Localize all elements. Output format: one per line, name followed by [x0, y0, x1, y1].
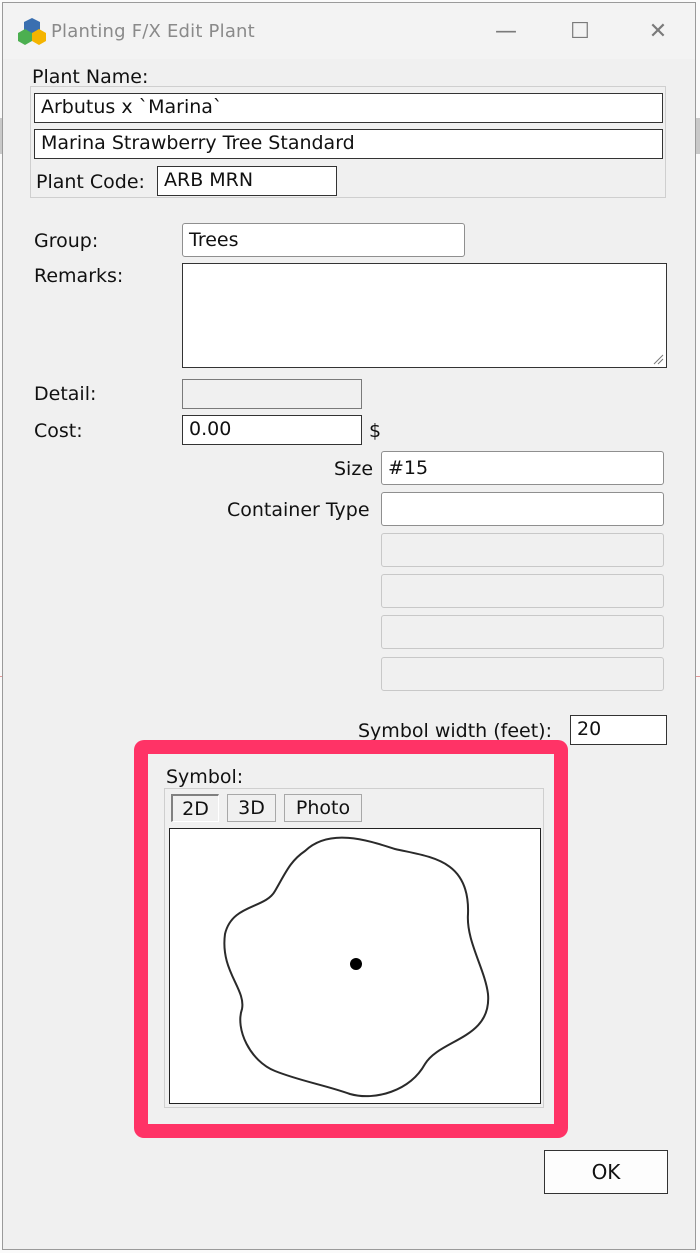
title-bar[interactable]: Planting F/X Edit Plant — ☐ ✕	[3, 3, 695, 59]
planting-fx-logo-icon	[18, 18, 46, 45]
symbol-preview	[169, 828, 541, 1104]
tab-2d[interactable]: 2D	[171, 794, 219, 822]
ok-button[interactable]: OK	[544, 1150, 668, 1194]
container-type-field[interactable]	[381, 492, 664, 526]
size-field[interactable]: #15	[381, 451, 664, 485]
window-title: Planting F/X Edit Plant	[51, 21, 255, 42]
background-fragment	[696, 118, 700, 154]
cost-label: Cost:	[34, 420, 83, 442]
background-fragment	[696, 676, 700, 677]
container-extra-field-2	[381, 574, 664, 608]
tree-symbol-icon	[223, 836, 490, 1098]
container-extra-field-1	[381, 533, 664, 567]
remarks-textarea[interactable]	[182, 263, 667, 368]
minimize-button[interactable]: —	[491, 17, 521, 47]
tab-photo[interactable]: Photo	[284, 794, 362, 822]
detail-label: Detail:	[34, 383, 97, 405]
container-extra-field-3	[381, 615, 664, 649]
remarks-label: Remarks:	[34, 265, 124, 287]
tab-3d[interactable]: 3D	[227, 794, 276, 822]
resize-grip-icon[interactable]	[652, 353, 664, 365]
symbol-label: Symbol:	[166, 766, 244, 788]
botanical-name-field[interactable]: Arbutus x `Marina`	[34, 93, 663, 123]
container-type-label: Container Type	[227, 499, 370, 521]
plant-code-label: Plant Code:	[36, 171, 145, 193]
common-name-field[interactable]: Marina Strawberry Tree Standard	[34, 129, 663, 159]
size-label: Size	[334, 458, 374, 480]
symbol-width-field[interactable]: 20	[570, 715, 667, 745]
group-field[interactable]: Trees	[182, 223, 465, 257]
detail-field[interactable]	[182, 379, 362, 409]
symbol-width-label: Symbol width (feet):	[358, 720, 552, 742]
close-button[interactable]: ✕	[643, 17, 673, 47]
plant-name-label: Plant Name:	[32, 66, 149, 88]
cost-field[interactable]: 0.00	[182, 415, 362, 445]
container-extra-field-4	[381, 657, 664, 691]
maximize-button[interactable]: ☐	[565, 17, 595, 47]
plant-code-field[interactable]: ARB MRN	[157, 166, 337, 196]
cost-unit: $	[369, 420, 382, 442]
group-label: Group:	[34, 230, 99, 252]
